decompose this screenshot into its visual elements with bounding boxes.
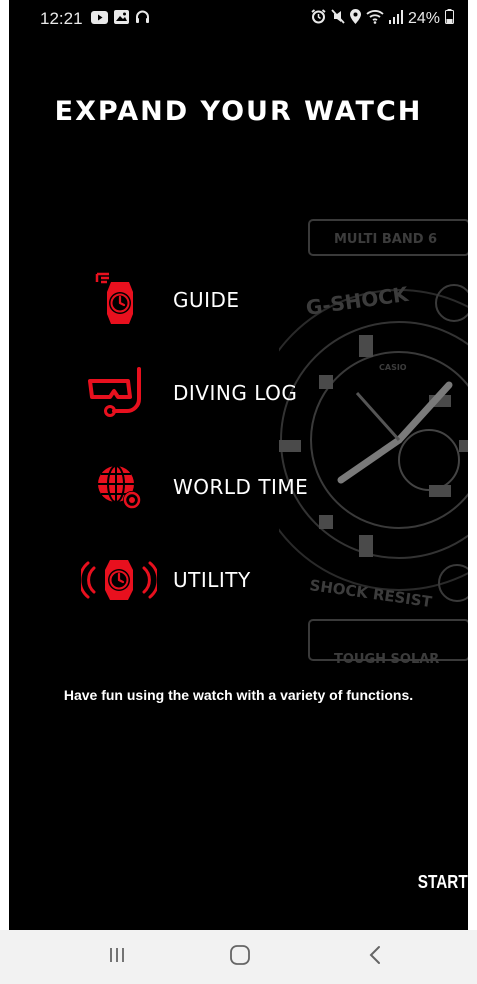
svg-text:G-SHOCK: G-SHOCK [304, 282, 411, 320]
menu-item-label: WORLD TIME [173, 475, 309, 499]
status-right: 24% [311, 9, 454, 29]
recents-button[interactable] [77, 930, 157, 984]
wifi-icon [366, 9, 384, 29]
diving-mask-icon [79, 363, 159, 423]
menu-item-utility[interactable]: UTILITY [79, 550, 251, 610]
watch-guide-icon [79, 270, 159, 330]
gallery-icon [114, 10, 129, 29]
watch-background-art: MULTI BAND 6 G-SHOCK SHOCK RESIST TOUGH … [279, 219, 468, 667]
menu-item-diving-log[interactable]: DIVING LOG [79, 363, 297, 423]
mute-icon [331, 9, 345, 29]
back-icon [368, 945, 382, 970]
menu-item-label: UTILITY [173, 568, 251, 592]
alarm-icon [311, 9, 326, 29]
headphones-icon [135, 10, 150, 29]
menu-item-guide[interactable]: GUIDE [79, 270, 240, 330]
status-left-icons [91, 10, 150, 29]
svg-text:TOUGH SOLAR: TOUGH SOLAR [334, 652, 439, 667]
battery-percent: 24% [407, 10, 440, 27]
menu-item-world-time[interactable]: WORLD TIME [79, 457, 308, 517]
youtube-icon [91, 10, 108, 29]
page-title: EXPAND YOUR WATCH [54, 96, 423, 127]
app-screen: 12:21 24% MULTI BAND 6 G-SHOCK SHOCK RES… [9, 0, 468, 984]
location-icon [349, 9, 361, 29]
watch-vibrate-icon [79, 550, 159, 610]
recents-icon [108, 946, 126, 969]
signal-icon [388, 9, 403, 29]
start-button[interactable]: START [418, 868, 468, 897]
menu-item-label: GUIDE [173, 288, 240, 312]
svg-text:MULTI BAND 6: MULTI BAND 6 [334, 232, 437, 247]
battery-icon [445, 9, 454, 29]
menu-item-label: DIVING LOG [173, 381, 298, 405]
tagline: Have fun using the watch with a variety … [63, 687, 414, 703]
back-button[interactable] [335, 930, 415, 984]
svg-text:SHOCK RESIST: SHOCK RESIST [308, 576, 433, 611]
globe-icon [79, 457, 159, 517]
svg-text:CASIO: CASIO [379, 363, 407, 372]
status-bar: 12:21 24% [9, 0, 468, 40]
home-button[interactable] [200, 930, 280, 984]
navigation-bar [0, 930, 477, 984]
home-icon [229, 944, 251, 971]
status-time: 12:21 [40, 9, 83, 28]
